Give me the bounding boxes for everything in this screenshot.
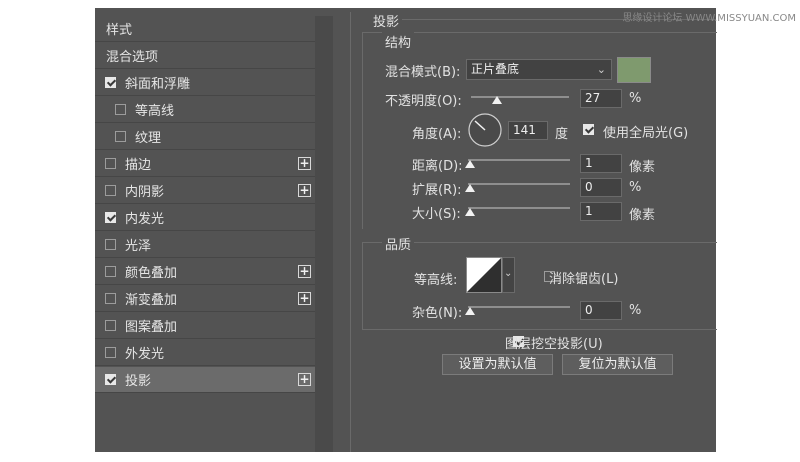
style-item-label: 样式 [106, 23, 133, 38]
checkbox-icon[interactable] [105, 293, 116, 304]
checkbox-icon[interactable] [105, 212, 116, 223]
checkbox-icon[interactable] [105, 77, 116, 88]
make-default-button[interactable]: 设置为默认值 [442, 354, 553, 375]
opacity-slider-thumb[interactable] [492, 96, 503, 104]
global-light-label[interactable]: 使用全局光(G) [603, 122, 688, 141]
size-label: 大小(S): [412, 207, 461, 222]
distance-slider-thumb[interactable] [465, 160, 475, 168]
noise-slider-thumb[interactable] [465, 307, 475, 315]
right-panel-divider [350, 12, 351, 452]
section-title-drop-shadow: 投影 [373, 15, 400, 30]
watermark: 思缘设计论坛 WWW.MISSYUAN.COM [622, 13, 796, 24]
style-item-3[interactable]: 斜面和浮雕 [95, 70, 315, 96]
angle-label: 角度(A): [412, 127, 462, 142]
contour-preview-icon[interactable] [466, 257, 502, 293]
opacity-input[interactable]: 27 [580, 89, 622, 108]
style-item-label: 描边 [125, 158, 152, 173]
style-item-label: 斜面和浮雕 [125, 77, 191, 92]
spread-label: 扩展(R): [412, 183, 462, 198]
noise-label: 杂色(N): [412, 306, 463, 321]
checkbox-icon[interactable] [105, 347, 116, 358]
style-item-8[interactable]: 内发光 [95, 205, 315, 231]
style-item-6[interactable]: 描边 + [95, 151, 315, 177]
plus-icon[interactable]: + [298, 292, 311, 305]
checkbox-icon[interactable] [105, 158, 116, 169]
spread-slider-track[interactable] [468, 183, 570, 185]
style-item-13[interactable]: 外发光 [95, 340, 315, 366]
distance-unit: 像素 [629, 160, 656, 175]
anti-alias-label[interactable]: 消除锯齿(L) [549, 268, 618, 287]
noise-percent-sign: % [629, 303, 642, 318]
contour-label: 等高线: [414, 273, 458, 288]
checkbox-icon[interactable] [105, 266, 116, 277]
style-item-14[interactable]: 投影 + [95, 367, 315, 393]
checkbox-icon[interactable] [105, 185, 116, 196]
plus-icon[interactable]: + [298, 373, 311, 386]
blend-mode-select[interactable]: 正片叠底 ⌄ [466, 59, 612, 80]
blend-mode-value: 正片叠底 [471, 62, 520, 76]
style-item-label: 纹理 [135, 131, 162, 146]
angle-unit: 度 [555, 127, 569, 142]
noise-input[interactable]: 0 [580, 301, 622, 320]
contour-dropdown-button[interactable]: ⌄ [502, 257, 515, 293]
style-item-11[interactable]: 渐变叠加 + [95, 286, 315, 312]
checkbox-icon[interactable] [115, 131, 126, 142]
style-item-2[interactable]: 混合选项 [95, 43, 315, 69]
checkbox-icon[interactable] [105, 239, 116, 250]
styles-list-scrollbar[interactable] [315, 16, 333, 452]
style-item-label: 内发光 [125, 212, 165, 227]
style-item-7[interactable]: 内阴影 + [95, 178, 315, 204]
global-light-checkbox[interactable] [583, 124, 594, 135]
spread-slider-thumb[interactable] [465, 184, 475, 192]
style-item-label: 内阴影 [125, 185, 165, 200]
style-item-label: 光泽 [125, 239, 152, 254]
style-item-label: 颜色叠加 [125, 266, 178, 281]
knockout-label[interactable]: 图层挖空投影(U) [505, 333, 603, 352]
style-item-10[interactable]: 颜色叠加 + [95, 259, 315, 285]
opacity-slider-track[interactable] [471, 96, 569, 98]
checkbox-icon[interactable] [115, 104, 126, 115]
style-item-1[interactable]: 样式 [95, 16, 315, 42]
structure-group-title: 结构 [382, 32, 415, 51]
style-item-4[interactable]: 等高线 [95, 97, 315, 123]
noise-slider-track[interactable] [468, 306, 570, 308]
style-item-9[interactable]: 光泽 [95, 232, 315, 258]
distance-input[interactable]: 1 [580, 154, 622, 173]
opacity-label: 不透明度(O): [385, 94, 462, 109]
style-item-label: 图案叠加 [125, 320, 178, 335]
style-item-5[interactable]: 纹理 [95, 124, 315, 150]
style-item-label: 渐变叠加 [125, 293, 178, 308]
angle-dial-icon[interactable] [467, 112, 503, 148]
chevron-down-icon: ⌄ [504, 268, 513, 279]
checkbox-icon[interactable] [105, 374, 116, 385]
spread-percent-sign: % [629, 180, 642, 195]
styles-list-panel: 样式混合选项斜面和浮雕等高线纹理描边 + 内阴影 + 内发光光泽颜色叠加 + 渐变叠加 + 图案… [95, 16, 315, 452]
size-slider-track[interactable] [468, 207, 570, 209]
shadow-color-swatch[interactable] [617, 57, 651, 83]
angle-input[interactable]: 141 [508, 121, 548, 140]
distance-label: 距离(D): [412, 159, 463, 174]
spread-input[interactable]: 0 [580, 178, 622, 197]
size-unit: 像素 [629, 208, 656, 223]
blend-mode-label: 混合模式(B): [385, 65, 461, 80]
style-item-label: 混合选项 [106, 50, 159, 65]
plus-icon[interactable]: + [298, 184, 311, 197]
style-item-label: 投影 [125, 374, 152, 389]
checkbox-icon[interactable] [105, 320, 116, 331]
reset-default-button[interactable]: 复位为默认值 [562, 354, 673, 375]
plus-icon[interactable]: + [298, 265, 311, 278]
style-item-12[interactable]: 图案叠加 [95, 313, 315, 339]
plus-icon[interactable]: + [298, 157, 311, 170]
opacity-percent-sign: % [629, 91, 642, 106]
size-slider-thumb[interactable] [465, 208, 475, 216]
size-input[interactable]: 1 [580, 202, 622, 221]
distance-slider-track[interactable] [468, 159, 570, 161]
style-item-label: 外发光 [125, 347, 165, 362]
chevron-down-icon: ⌄ [596, 63, 606, 76]
style-item-label: 等高线 [135, 104, 175, 119]
quality-group-title: 品质 [382, 234, 415, 253]
